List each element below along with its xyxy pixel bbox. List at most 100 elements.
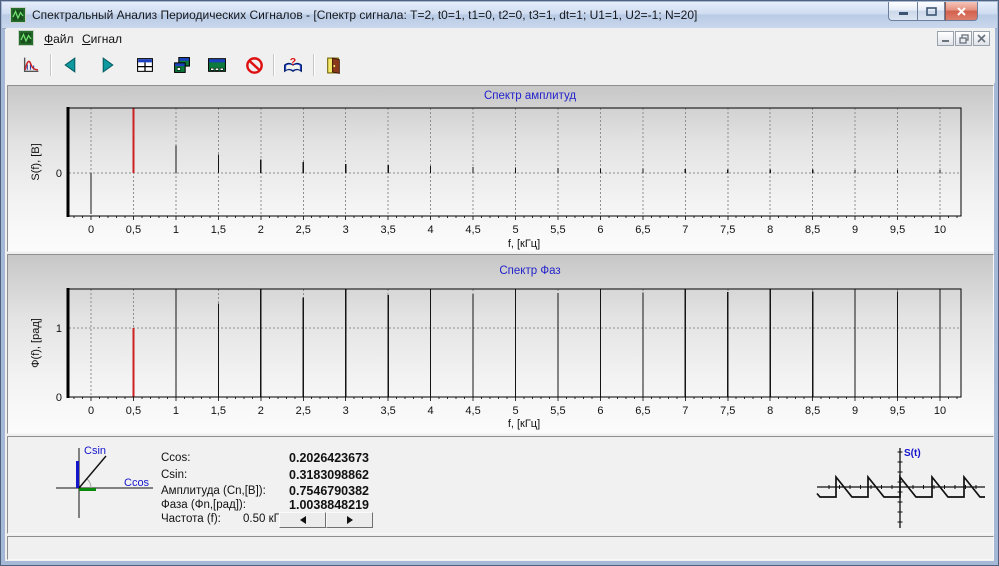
x-tick-label: 0 — [88, 405, 94, 417]
maximize-icon — [926, 7, 937, 16]
amplitude-row: Амплитуда (Cn,[В]): 0.7546790382 — [8, 484, 388, 498]
minimize-button[interactable] — [888, 2, 917, 21]
x-tick-label: 3,5 — [381, 405, 396, 417]
toolbar-separator — [313, 54, 315, 76]
csin-row: Csin: 0.3183098862 — [8, 468, 388, 482]
x-tick-label: 1 — [173, 224, 179, 236]
y-tick-label: 1 — [56, 323, 62, 335]
signal-axes — [817, 448, 985, 528]
help-button[interactable]: ? — [280, 52, 306, 78]
x-tick-label: 8 — [767, 224, 773, 236]
x-tick-label: 2 — [258, 405, 264, 417]
x-tick-label: 10 — [934, 224, 946, 236]
x-tick-label: 10 — [934, 405, 946, 417]
x-tick-label: 0 — [88, 224, 94, 236]
x-tick-label: 2 — [258, 224, 264, 236]
phase-row: Фаза (Фn,[рад]): 1.0038848219 — [8, 498, 388, 512]
frequency-label: Частота (f): — [161, 512, 221, 526]
right-triangle-icon — [347, 516, 353, 524]
x-tick-label: 1,5 — [211, 224, 226, 236]
x-tick-label: 9 — [852, 224, 858, 236]
signal-label: S(t) — [904, 448, 921, 459]
maximize-button[interactable] — [917, 2, 945, 21]
window-title: Спектральный Анализ Периодических Сигнал… — [32, 8, 697, 22]
csin-label: Csin: — [161, 468, 187, 482]
x-tick-label: 8,5 — [805, 224, 820, 236]
arrow-left-icon — [61, 56, 79, 74]
mdi-child-icon — [18, 30, 34, 46]
x-tick-label: 5 — [512, 405, 518, 417]
ccos-value: 0.2026423673 — [231, 451, 369, 465]
close-button[interactable] — [945, 2, 978, 21]
menu-bar: Файл Сигнал — [6, 28, 995, 50]
x-tick-label: 4 — [428, 224, 434, 236]
x-tick-label: 0,5 — [126, 224, 141, 236]
exit-door-icon — [324, 56, 342, 75]
mdi-close-icon — [977, 34, 986, 43]
prev-harmonic-button[interactable] — [57, 52, 83, 78]
chart-title: Спектр Фаз — [499, 265, 560, 277]
toolbar-separator — [273, 54, 275, 76]
signal-plot-button[interactable] — [18, 52, 44, 78]
title-bar[interactable]: Спектральный Анализ Периодических Сигнал… — [2, 2, 997, 29]
x-axis-label: f, [кГц] — [508, 418, 540, 430]
y-tick-label: 0 — [56, 168, 62, 180]
close-icon — [956, 7, 967, 16]
x-tick-label: 6,5 — [635, 405, 650, 417]
cascade-windows-icon — [173, 56, 191, 74]
x-tick-label: 9,5 — [890, 224, 905, 236]
app-window: Спектральный Анализ Периодических Сигнал… — [0, 0, 999, 566]
arrow-right-icon — [99, 56, 117, 74]
toolbar-separator — [50, 54, 52, 76]
next-frequency-button[interactable] — [326, 512, 373, 528]
mdi-minimize-button[interactable] — [937, 31, 954, 46]
stop-button[interactable] — [241, 52, 267, 78]
x-tick-label: 9 — [852, 405, 858, 417]
stop-icon — [245, 56, 264, 75]
x-tick-label: 1 — [173, 405, 179, 417]
next-harmonic-button[interactable] — [95, 52, 121, 78]
mdi-restore-button[interactable] — [955, 31, 972, 46]
x-tick-label: 8 — [767, 405, 773, 417]
x-tick-label: 6 — [597, 224, 603, 236]
x-tick-label: 4 — [428, 405, 434, 417]
minimize-all-button[interactable] — [204, 52, 230, 78]
chart-title: Спектр амплитуд — [484, 90, 576, 102]
amplitude-spectrum-chart: 000,511,522,533,544,555,566,577,588,599,… — [8, 86, 993, 251]
mdi-close-button[interactable] — [973, 31, 990, 46]
x-tick-label: 5 — [512, 224, 518, 236]
x-tick-label: 7,5 — [720, 224, 735, 236]
csin-value: 0.3183098862 — [231, 468, 369, 482]
minimize-icon — [898, 7, 909, 16]
harmonic-inspector-panel: Csin Ccos Ccos: 0.2026423673 Csin: 0.318… — [7, 436, 994, 534]
svg-text:?: ? — [290, 56, 296, 68]
menu-file[interactable]: Файл — [38, 30, 80, 48]
signal-plot-icon — [22, 56, 40, 74]
menu-signal[interactable]: Сигнал — [76, 30, 128, 48]
x-tick-label: 4,5 — [465, 405, 480, 417]
amplitude-value: 0.7546790382 — [231, 484, 369, 498]
amplitude-spectrum-panel: 000,511,522,533,544,555,566,577,588,599,… — [7, 85, 994, 252]
y-axis-label: S(f), [В] — [30, 143, 42, 180]
x-tick-label: 1,5 — [211, 405, 226, 417]
x-tick-label: 8,5 — [805, 405, 820, 417]
status-bar — [7, 536, 994, 560]
prev-frequency-button[interactable] — [279, 512, 326, 528]
x-tick-label: 3 — [343, 224, 349, 236]
tile-windows-button[interactable] — [132, 52, 158, 78]
cascade-windows-button[interactable] — [169, 52, 195, 78]
x-tick-label: 7 — [682, 224, 688, 236]
x-tick-label: 5,5 — [550, 224, 565, 236]
mdi-restore-icon — [959, 34, 969, 44]
x-tick-label: 6 — [597, 405, 603, 417]
exit-button[interactable] — [320, 52, 346, 78]
x-tick-label: 7,5 — [720, 405, 735, 417]
tile-windows-icon — [136, 56, 154, 74]
x-tick-label: 4,5 — [465, 224, 480, 236]
x-tick-label: 3 — [343, 405, 349, 417]
phase-spectrum-panel: 0100,511,522,533,544,555,566,577,588,599… — [7, 254, 994, 434]
ccos-row: Ccos: 0.2026423673 — [8, 451, 388, 465]
toolbar: ? — [6, 49, 995, 83]
x-tick-label: 2,5 — [296, 224, 311, 236]
x-tick-label: 9,5 — [890, 405, 905, 417]
